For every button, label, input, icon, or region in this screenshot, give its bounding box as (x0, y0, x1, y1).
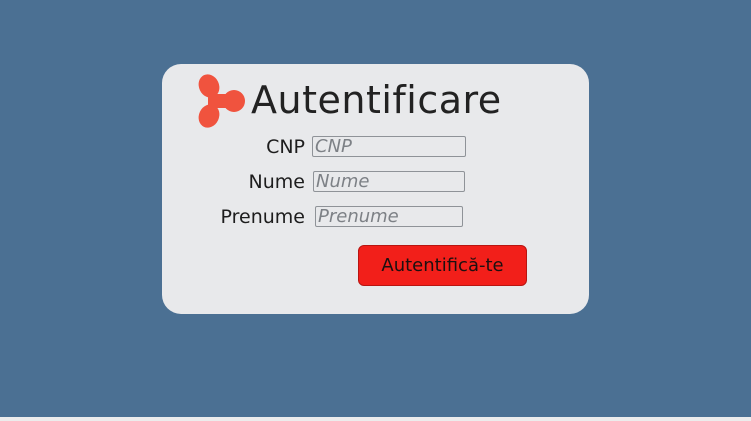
prenume-row: Prenume (162, 206, 589, 230)
cnp-label: CNP (266, 136, 305, 158)
nume-input[interactable] (313, 171, 465, 192)
page-title: Autentificare (251, 78, 502, 122)
prenume-input[interactable] (315, 206, 463, 227)
brand-logo-icon (198, 74, 245, 128)
prenume-label: Prenume (220, 206, 306, 228)
nume-row: Nume (162, 171, 589, 195)
page-background: Autentificare CNP Nume Prenume Autentifi… (0, 0, 751, 417)
nume-label: Nume (248, 171, 305, 193)
cnp-input[interactable] (312, 136, 466, 157)
cnp-row: CNP (162, 136, 589, 160)
login-card: Autentificare CNP Nume Prenume Autentifi… (162, 64, 589, 314)
submit-login-button[interactable]: Autentifică-te (358, 245, 527, 286)
